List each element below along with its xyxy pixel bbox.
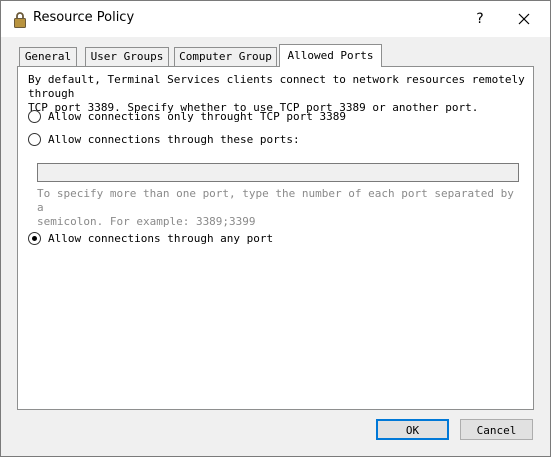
close-icon[interactable] <box>511 6 537 32</box>
padlock-icon <box>14 12 26 28</box>
radio-option-tcp-3389[interactable]: Allow connections only throught TCP port… <box>28 108 346 124</box>
radio-label-tcp-3389: Allow connections only throught TCP port… <box>48 109 347 123</box>
tab-user-groups[interactable]: User Groups <box>85 47 169 66</box>
ports-hint-text: To specify more than one port, type the … <box>37 187 514 228</box>
window-title: Resource Policy <box>33 10 135 25</box>
ok-button[interactable]: OK <box>376 419 449 440</box>
radio-option-any-port[interactable]: Allow connections through any port <box>28 230 273 246</box>
resource-policy-dialog: Resource Policy ? General User Groups Co… <box>0 0 551 457</box>
tab-allowed-ports[interactable]: Allowed Ports <box>279 44 382 67</box>
cancel-button[interactable]: Cancel <box>460 419 533 440</box>
tab-general[interactable]: General <box>19 47 77 66</box>
title-bar[interactable]: Resource Policy ? <box>1 1 550 37</box>
radio-button-checked-icon[interactable] <box>28 231 41 245</box>
radio-label-these-ports: Allow connections through these ports: <box>48 132 300 146</box>
radio-button-icon[interactable] <box>28 132 41 146</box>
allowed-ports-panel: By default, Terminal Services clients co… <box>17 66 534 410</box>
radio-option-these-ports[interactable]: Allow connections through these ports: <box>28 131 300 147</box>
ports-input[interactable] <box>37 163 519 182</box>
help-button[interactable]: ? <box>469 6 491 32</box>
radio-label-any-port: Allow connections through any port <box>48 231 274 245</box>
tab-computer-group[interactable]: Computer Group <box>174 47 277 66</box>
radio-button-icon[interactable] <box>28 109 41 123</box>
